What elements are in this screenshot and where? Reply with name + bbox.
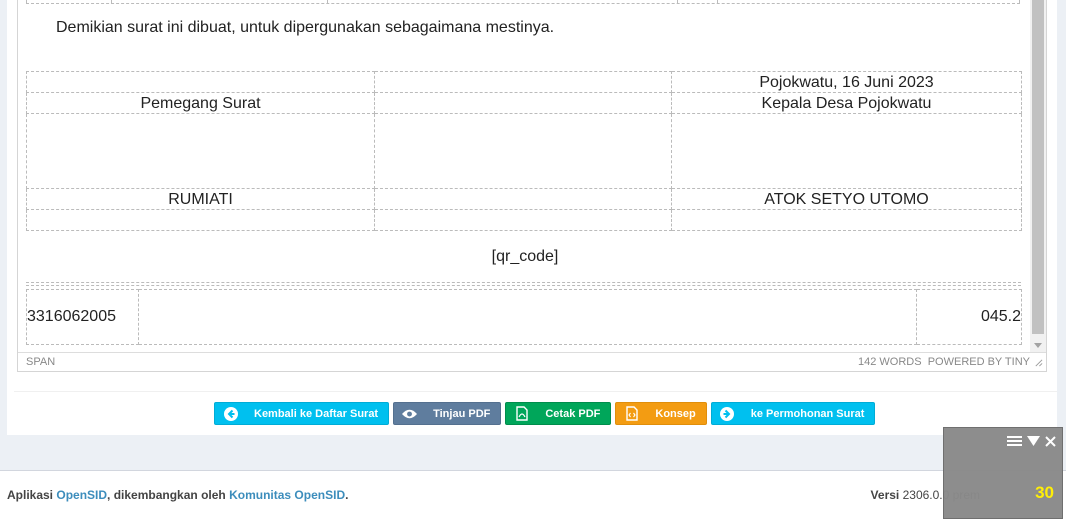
footer-code-left: 3316062005 (26, 289, 139, 345)
arrow-circle-left-icon (223, 406, 238, 421)
signer-name: ATOK SETYO UTOMO (671, 188, 1022, 210)
arrow-circle-right-icon (720, 406, 735, 421)
element-path[interactable]: SPAN (26, 356, 55, 368)
draft-button[interactable]: Konsep (615, 402, 707, 425)
table-row: Pojokwatu, 16 Juni 2023 (26, 71, 1022, 93)
signature-table: Pojokwatu, 16 Juni 2023 Pemegang Surat K… (26, 71, 1022, 231)
close-icon[interactable] (1045, 435, 1056, 447)
file-pdf-icon (514, 406, 529, 421)
letter-footer-table: 3316062005 045.2 (26, 289, 1022, 345)
word-count[interactable]: 142 WORDS (858, 356, 922, 368)
print-pdf-label: Cetak PDF (545, 407, 601, 420)
print-pdf-button[interactable]: Cetak PDF (505, 402, 612, 425)
table-row (26, 209, 1022, 231)
table-row: RUMIATI ATOK SETYO UTOMO (26, 188, 1022, 210)
action-buttons: Kembali ke Daftar Surat Tinjau PDF Cetak… (214, 402, 876, 425)
footer-period: . (345, 488, 349, 502)
footer-divider (26, 282, 1021, 286)
scrollbar-thumb[interactable] (1032, 0, 1044, 334)
to-request-label: ke Permohonan Surat (750, 407, 865, 420)
closing-sentence: Demikian surat ini dibuat, untuk dipergu… (56, 19, 555, 36)
triangle-down-icon[interactable] (1027, 436, 1040, 446)
editor-document[interactable]: Demikian surat ini dibuat, untuk dipergu… (18, 0, 1032, 352)
back-to-list-button[interactable]: Kembali ke Daftar Surat (214, 402, 390, 425)
main-footer: Aplikasi OpenSID, dikembangkan oleh Komu… (0, 470, 1066, 519)
file-code-icon (624, 406, 639, 421)
editor-scrollbar[interactable] (1030, 0, 1046, 352)
table-row: Pemegang Surat Kepala Desa Pojokwatu (26, 92, 1022, 114)
word-count-and-brand: 142 WORDS POWERED BY TINY (858, 356, 1030, 368)
footer-app-prefix: Aplikasi (7, 488, 54, 502)
eye-icon (402, 406, 418, 421)
preview-pdf-button[interactable]: Tinjau PDF (393, 402, 502, 425)
powered-by-link[interactable]: POWERED BY TINY (928, 356, 1030, 368)
opensid-link[interactable]: OpenSID (56, 488, 107, 502)
place-date: Pojokwatu, 16 Juni 2023 (671, 71, 1022, 93)
rich-text-editor[interactable]: Demikian surat ini dibuat, untuk dipergu… (17, 0, 1047, 372)
debug-toolbar[interactable]: 30 (943, 427, 1063, 519)
resize-handle-icon[interactable] (1034, 358, 1043, 367)
back-to-list-label: Kembali ke Daftar Surat (254, 407, 379, 420)
community-link[interactable]: Komunitas OpenSID (229, 488, 345, 502)
to-request-button[interactable]: ke Permohonan Surat (710, 402, 876, 425)
menu-icon[interactable] (1007, 435, 1022, 447)
qr-code-placeholder: [qr_code] (491, 248, 559, 265)
footer-credits: Aplikasi OpenSID, dikembangkan oleh Komu… (7, 488, 348, 502)
holder-name: RUMIATI (26, 188, 375, 210)
content-box: Demikian surat ini dibuat, untuk dipergu… (7, 0, 1057, 435)
table-row: 3316062005 045.2 (26, 289, 1022, 345)
version-label: Versi (870, 488, 900, 502)
table-row (26, 113, 1022, 189)
table-fragment-top (26, 0, 1020, 4)
draft-label: Konsep (655, 407, 696, 420)
holder-title: Pemegang Surat (26, 92, 375, 114)
signer-title: Kepala Desa Pojokwatu (671, 92, 1022, 114)
preview-pdf-label: Tinjau PDF (433, 407, 491, 420)
editor-statusbar: SPAN 142 WORDS POWERED BY TINY (18, 352, 1046, 371)
box-footer-divider (14, 391, 1057, 392)
footer-developed-by: , dikembangkan oleh (107, 488, 226, 502)
scroll-down-arrow-icon[interactable] (1034, 343, 1042, 348)
debug-controls (1007, 435, 1056, 447)
debug-count[interactable]: 30 (1035, 483, 1054, 503)
footer-code-right: 045.2 (916, 289, 1022, 345)
